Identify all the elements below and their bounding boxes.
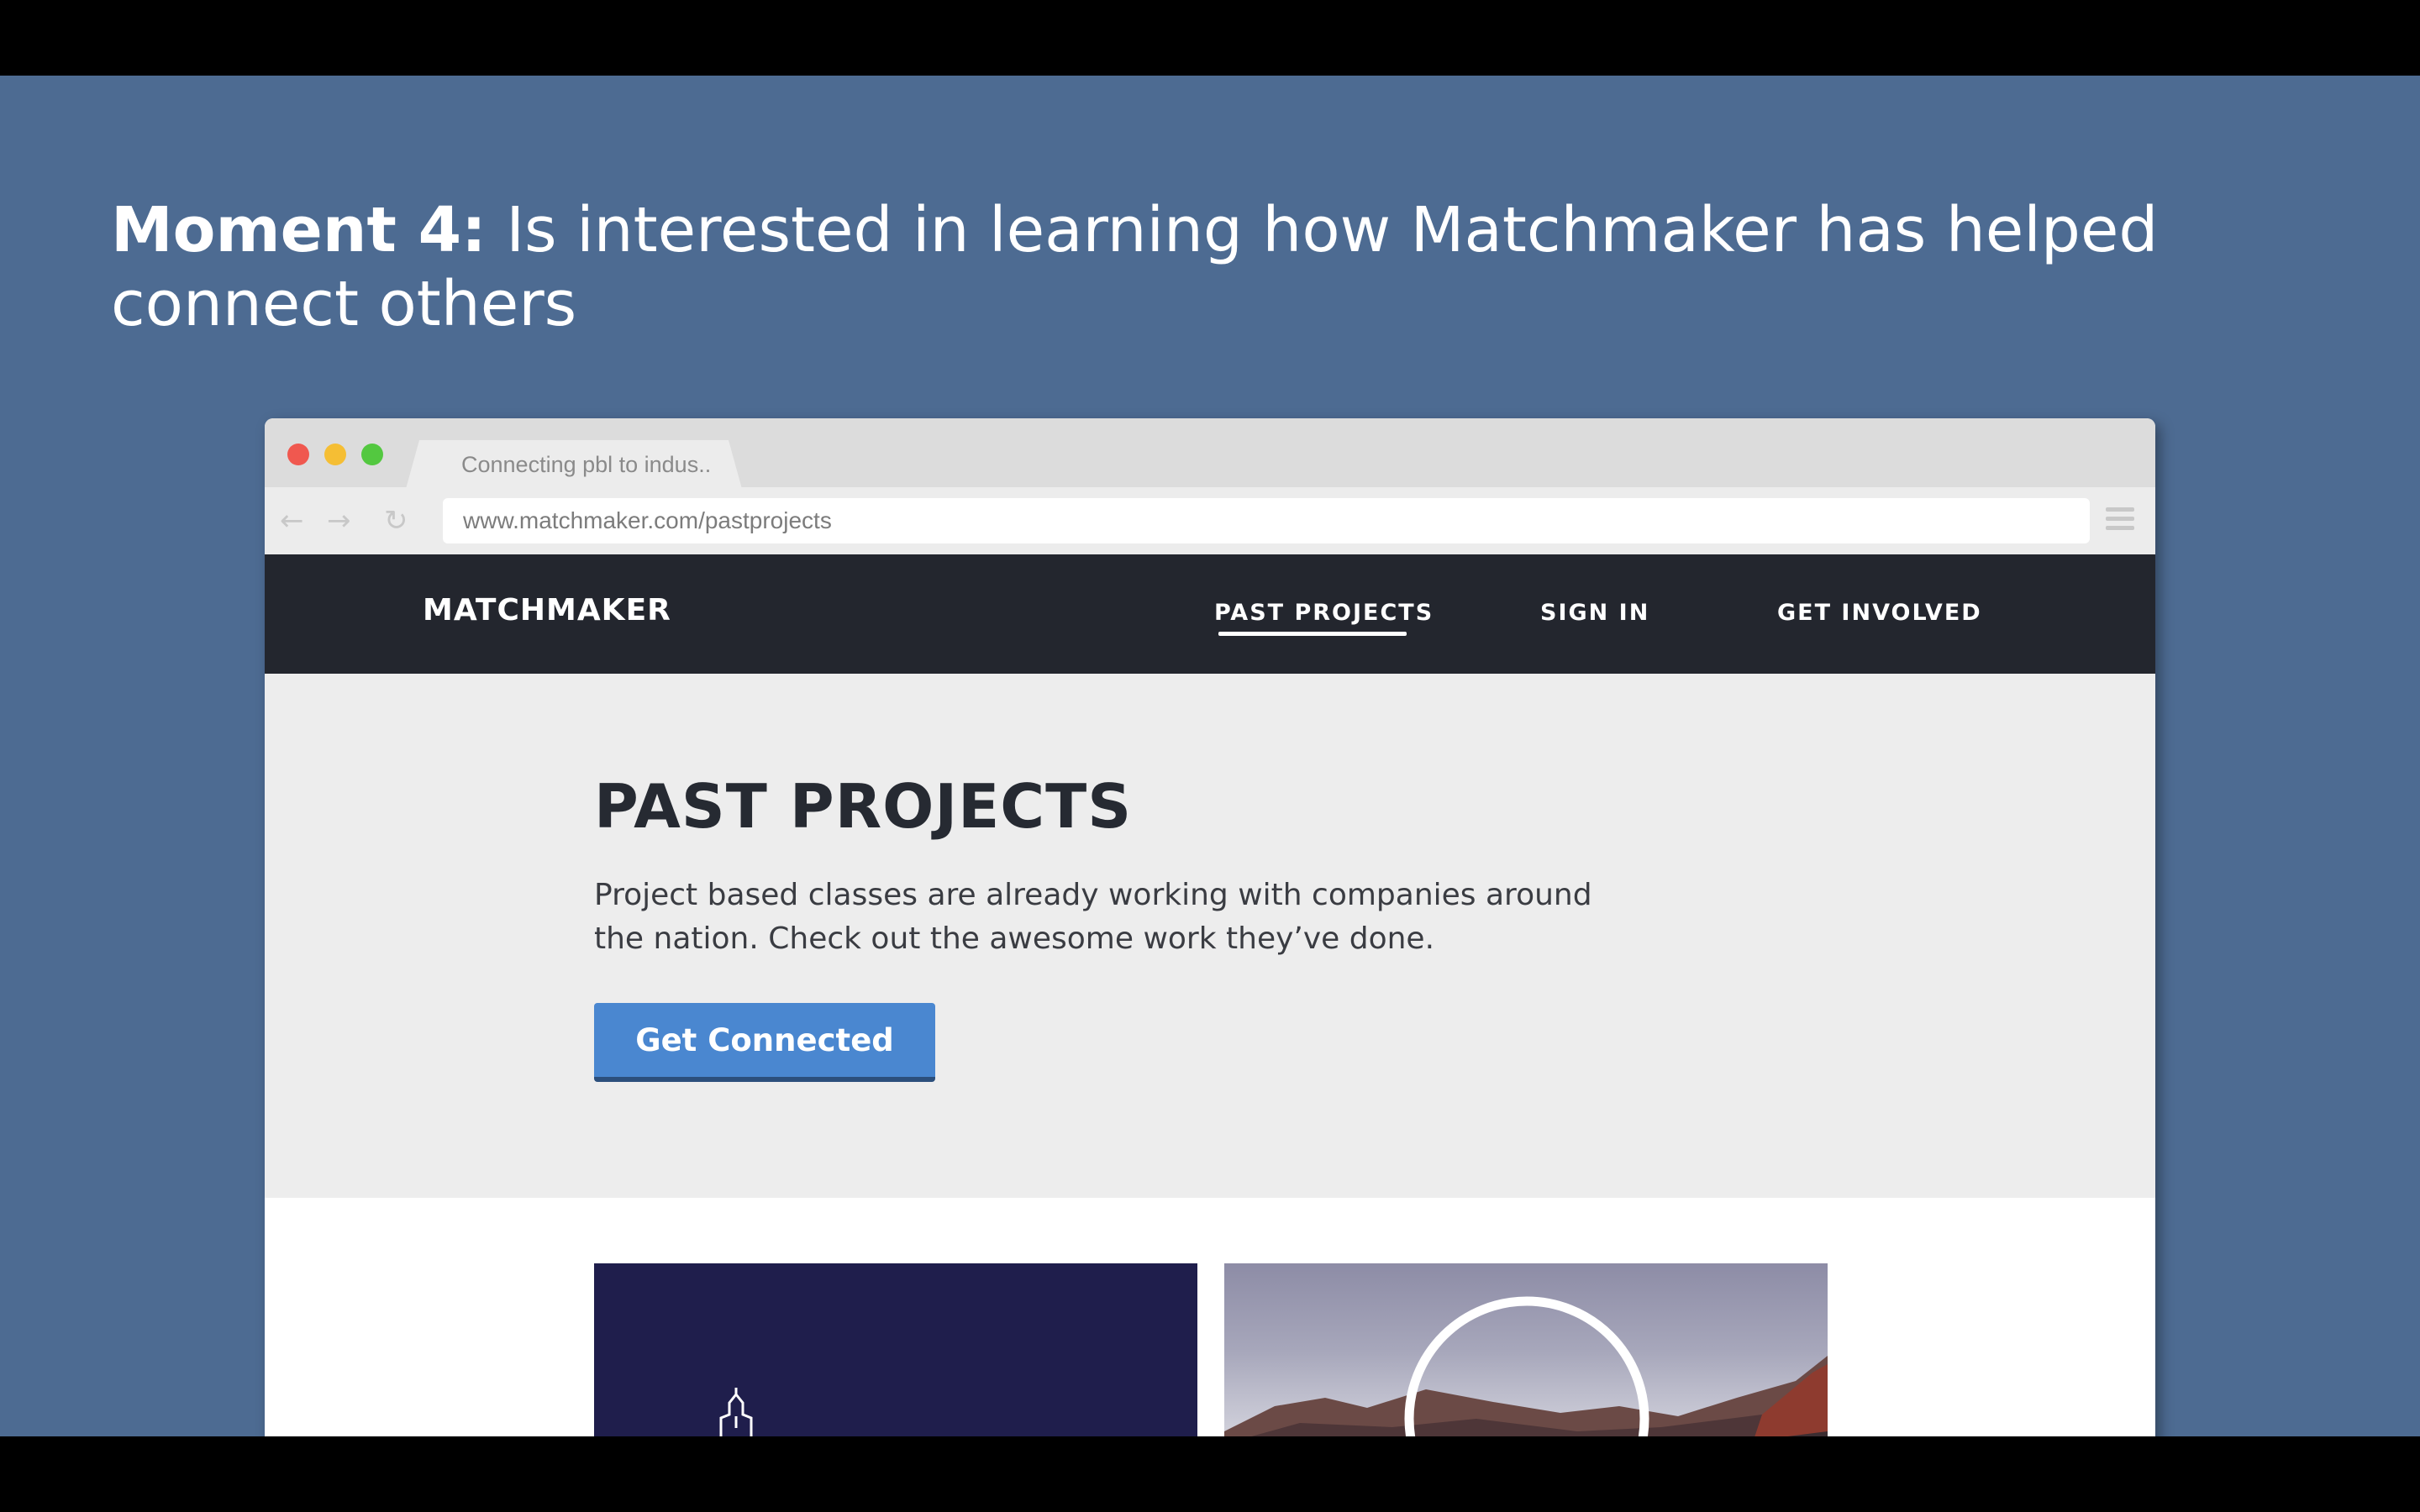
slide-title: Moment 4: Is interested in learning how …	[111, 193, 2296, 341]
forward-arrow-icon[interactable]: →	[327, 506, 351, 536]
browser-tab[interactable]: Connecting pbl to indus..	[406, 440, 742, 489]
project-cards	[265, 1198, 2155, 1436]
close-window-button[interactable]	[287, 444, 309, 465]
active-nav-indicator	[1218, 632, 1407, 636]
browser-toolbar: ← → ↻ www.matchmaker.com/pastprojects	[265, 487, 2155, 554]
nav-link-get-involved[interactable]: GET INVOLVED	[1777, 600, 1982, 626]
nav-link-past-projects[interactable]: PAST PROJECTS	[1214, 600, 1434, 626]
minimize-window-button[interactable]	[324, 444, 346, 465]
building-icon	[719, 1388, 753, 1436]
project-card[interactable]	[594, 1263, 1197, 1436]
hero-description: Project based classes are already workin…	[594, 878, 1592, 956]
hamburger-menu-icon[interactable]	[2106, 507, 2134, 533]
site-navbar: MATCHMAKER PAST PROJECTS SIGN IN GET INV…	[265, 554, 2155, 674]
slide: Moment 4: Is interested in learning how …	[0, 76, 2420, 1436]
address-bar[interactable]: www.matchmaker.com/pastprojects	[443, 498, 2090, 543]
zoom-window-button[interactable]	[361, 444, 383, 465]
back-arrow-icon[interactable]: ←	[280, 506, 304, 536]
browser-window: Connecting pbl to indus.. ← → ↻ www.matc…	[265, 418, 2155, 1436]
slide-title-bold: Moment 4:	[111, 194, 487, 266]
get-connected-button[interactable]: Get Connected	[594, 1003, 935, 1082]
reload-icon[interactable]: ↻	[384, 506, 408, 536]
site-logo[interactable]: MATCHMAKER	[423, 593, 671, 627]
browser-title-bar: Connecting pbl to indus..	[265, 418, 2155, 489]
hero-section: PAST PROJECTS Project based classes are …	[265, 674, 2155, 1198]
project-card[interactable]	[1224, 1263, 1828, 1436]
nav-link-sign-in[interactable]: SIGN IN	[1540, 600, 1649, 626]
page-title: PAST PROJECTS	[594, 771, 1133, 842]
circle-outline-icon	[1404, 1296, 1649, 1436]
